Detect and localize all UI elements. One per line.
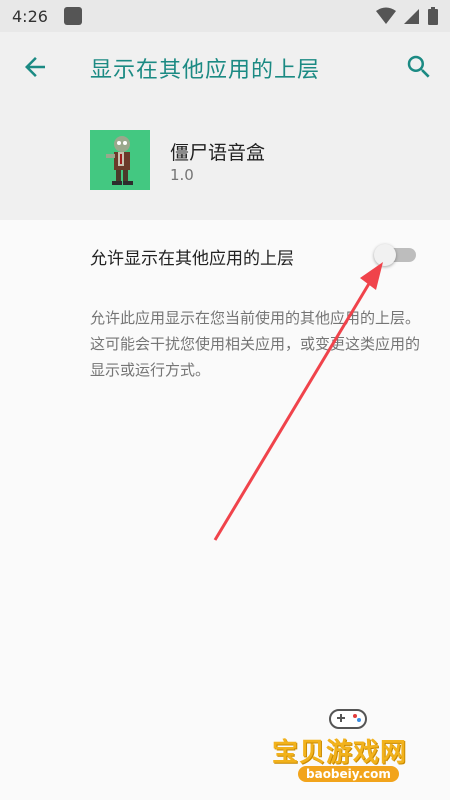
setting-label: 允许显示在其他应用的上层 bbox=[90, 249, 294, 269]
app-version: 1.0 bbox=[170, 166, 194, 184]
status-time: 4:26 bbox=[12, 6, 48, 26]
app-name: 僵尸语音盒 bbox=[170, 142, 266, 164]
watermark-text: 宝贝游戏网 bbox=[272, 738, 408, 768]
search-button[interactable] bbox=[404, 52, 434, 82]
watermark: 宝贝游戏网 baobeiy.com bbox=[270, 700, 440, 790]
watermark-url: baobeiy.com bbox=[298, 766, 399, 782]
page-title: 显示在其他应用的上层 bbox=[90, 58, 321, 83]
overlay-permission-setting[interactable]: 允许显示在其他应用的上层 bbox=[0, 220, 450, 290]
search-icon bbox=[407, 55, 430, 78]
back-button[interactable] bbox=[20, 52, 50, 82]
battery-icon bbox=[428, 7, 438, 25]
app-header: 僵尸语音盒 1.0 bbox=[0, 100, 450, 220]
overlay-permission-toggle[interactable] bbox=[374, 244, 418, 266]
gamepad-icon bbox=[329, 709, 367, 729]
status-icons bbox=[376, 7, 438, 25]
zombie-app-icon bbox=[90, 130, 150, 190]
signal-icon bbox=[404, 9, 419, 24]
toggle-thumb bbox=[374, 244, 396, 266]
wifi-icon bbox=[376, 7, 396, 24]
setting-description: 允许此应用显示在您当前使用的其他应用的上层。这可能会干扰您使用相关应用，或变更这… bbox=[90, 309, 421, 379]
notification-icon bbox=[63, 7, 82, 25]
arrow-left-icon bbox=[25, 57, 45, 77]
status-bar: 4:26 bbox=[0, 0, 450, 32]
app-bar: 显示在其他应用的上层 bbox=[0, 32, 450, 100]
